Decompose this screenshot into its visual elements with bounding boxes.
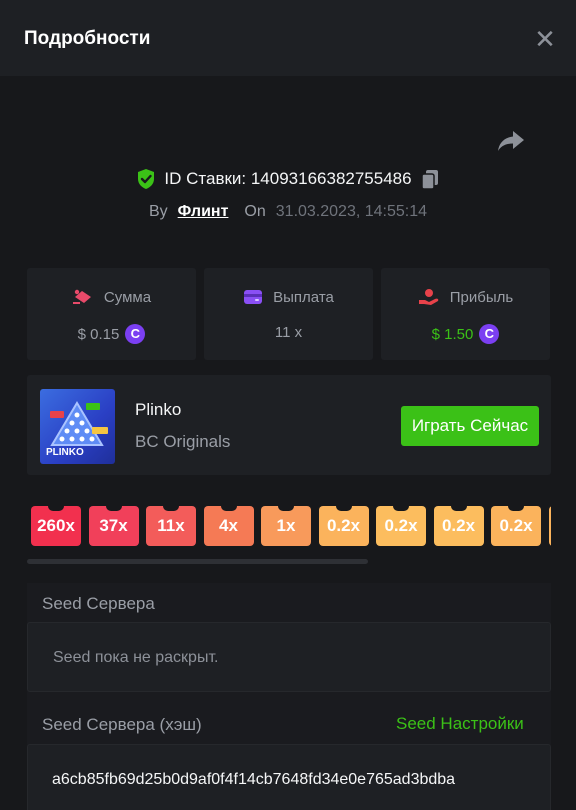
amount-label: Сумма (103, 288, 152, 306)
server-seed-value: Seed пока не раскрыт. (53, 649, 219, 666)
play-now-button[interactable]: Играть Сейчас (401, 406, 539, 446)
profit-label: Прибыль (449, 288, 514, 306)
bet-id: ID Ставки: 14093166382755486 (164, 169, 412, 188)
profit-icon (418, 289, 439, 305)
horizontal-scrollbar[interactable] (27, 559, 368, 564)
multiplier-chip: 0.2x (376, 506, 426, 546)
bet-date: 31.03.2023, 14:55:14 (275, 203, 428, 220)
shield-check-icon (138, 169, 155, 189)
share-icon[interactable] (496, 128, 526, 154)
stat-amount: Сумма $ 0.15 C (27, 268, 196, 360)
amount-value: $ 0.15 (77, 325, 120, 343)
server-seed-label: Seed Сервера (42, 594, 155, 613)
by-label: By (148, 203, 168, 220)
stat-profit: Прибыль $ 1.50 C (381, 268, 550, 360)
game-name: Plinko (135, 400, 182, 419)
user-link[interactable]: Флинт (178, 203, 229, 221)
bet-id-row: ID Ставки: 14093166382755486 (0, 166, 576, 192)
coin-icon: C (479, 324, 500, 344)
bet-meta-row: By Флинт On 31.03.2023, 14:55:14 (0, 200, 576, 224)
multiplier-chip: 11x (146, 506, 196, 546)
stat-payout: Выплата 11 x (204, 268, 373, 360)
multiplier-chip: 260x (31, 506, 81, 546)
multiplier-chip: 4x (203, 506, 254, 546)
game-thumbnail[interactable]: PLINKO (40, 389, 115, 464)
modal-header: Подробности ✕ (0, 0, 576, 76)
multiplier-chip: 0.2x (491, 506, 541, 546)
profit-value: $ 1.50 (431, 325, 474, 343)
payout-label: Выплата (273, 288, 334, 306)
thumb-label: PLINKO (46, 447, 84, 458)
server-seed-hash-label: Seed Сервера (хэш) (42, 715, 202, 734)
server-seed-hash-field[interactable]: a6cb85fb69d25b0d9af0f4f14cb7648fd34e0e76… (27, 744, 551, 810)
multiplier-chip-partial (548, 506, 551, 546)
multiplier-chip: 1x (261, 506, 311, 546)
copy-icon[interactable] (420, 168, 440, 190)
server-seed-hash-value: a6cb85fb69d25b0d9af0f4f14cb7648fd34e0e76… (52, 771, 456, 788)
multiplier-row: 260x 37x 11x 4x 1x 0.2x 0.2x 0.2x 0.2x (31, 506, 551, 546)
game-provider: BC Originals (135, 432, 231, 451)
on-label: On (244, 203, 266, 220)
wallet-icon (244, 290, 263, 304)
close-icon[interactable]: ✕ (532, 26, 558, 52)
coin-icon: C (125, 324, 146, 344)
multiplier-chip: 0.2x (433, 506, 484, 546)
multiplier-chip: 37x (88, 506, 139, 546)
server-seed-field[interactable]: Seed пока не раскрыт. (27, 622, 551, 692)
payout-value: 11 x (274, 324, 303, 341)
seed-settings-link[interactable]: Seed Настройки (396, 714, 524, 734)
game-card: PLINKO Plinko BC Originals Играть Сейчас (27, 375, 551, 475)
amount-icon (72, 289, 91, 304)
multiplier-chip: 0.2x (318, 506, 369, 546)
modal-title: Подробности (24, 28, 151, 49)
